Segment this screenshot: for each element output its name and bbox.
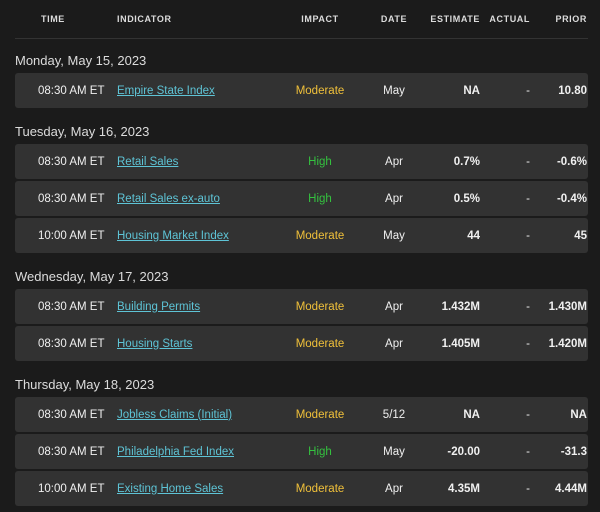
indicator-link[interactable]: Housing Starts	[117, 338, 192, 350]
estimate-value: 0.5%	[453, 192, 480, 205]
estimate-value: 1.405M	[441, 337, 480, 350]
estimate-value: 4.35M	[448, 482, 480, 495]
estimate-value: -20.00	[447, 445, 480, 458]
header-indicator[interactable]: INDICATOR	[117, 14, 275, 24]
actual-value: -	[526, 445, 530, 458]
date-group: Thursday, May 18, 2023 08:30 AM ET Jobless…	[15, 363, 588, 506]
date-group: Wednesday, May 17, 2023 08:30 AM ET Buildi…	[15, 255, 588, 361]
impact-label: Moderate	[295, 229, 345, 242]
period-label: May	[383, 84, 405, 97]
period-label: 5/12	[382, 408, 406, 421]
prior-value: 1.420M	[548, 337, 587, 350]
prior-value: -31.3	[560, 445, 587, 458]
event-time: 10:00 AM ET	[38, 482, 105, 495]
indicator-cell: Building Permits	[117, 301, 275, 313]
indicator-link[interactable]: Philadelphia Fed Index	[117, 446, 234, 458]
impact-label: Moderate	[295, 84, 345, 97]
estimate-value: 1.432M	[441, 300, 480, 313]
indicator-link[interactable]: Housing Market Index	[117, 230, 229, 242]
impact-label: Moderate	[295, 337, 345, 350]
table-row[interactable]: 08:30 AM ET Empire State Index Moderate May…	[15, 73, 588, 108]
indicator-link[interactable]: Building Permits	[117, 301, 200, 313]
estimate-value: NA	[463, 84, 480, 97]
header-prior[interactable]: PRIOR	[530, 14, 587, 24]
period-label: Apr	[385, 337, 403, 350]
table-row[interactable]: 08:30 AM ET Building Permits Moderate Apr 1.…	[15, 289, 588, 324]
prior-value: -0.4%	[556, 192, 587, 205]
economic-calendar: TIME INDICATOR IMPACT DATE ESTIMATE ACTU…	[0, 0, 600, 512]
prior-value: 1.430M	[548, 300, 587, 313]
impact-label: High	[308, 192, 332, 205]
indicator-cell: Empire State Index	[117, 85, 275, 97]
header-estimate[interactable]: ESTIMATE	[423, 14, 480, 24]
table-row[interactable]: 08:30 AM ET Philadelphia Fed Index High May…	[15, 434, 588, 469]
prior-value: 4.44M	[555, 482, 587, 495]
table-row[interactable]: 10:00 AM ET Existing Home Sales Moderate Ap…	[15, 471, 588, 506]
estimate-value: 44	[467, 229, 480, 242]
indicator-link[interactable]: Retail Sales ex-auto	[117, 193, 220, 205]
header-impact[interactable]: IMPACT	[275, 14, 365, 24]
table-row[interactable]: 08:30 AM ET Jobless Claims (Initial) Moder…	[15, 397, 588, 432]
actual-value: -	[526, 155, 530, 168]
indicator-link[interactable]: Existing Home Sales	[117, 483, 223, 495]
table-row[interactable]: 10:00 AM ET Housing Market Index Moderate M…	[15, 218, 588, 253]
date-heading: Monday, May 15, 2023	[15, 53, 147, 68]
table-row[interactable]: 08:30 AM ET Retail Sales High Apr 0.7% - -0.6%	[15, 144, 588, 179]
header-actual[interactable]: ACTUAL	[480, 14, 530, 24]
period-label: May	[383, 229, 405, 242]
actual-value: -	[526, 229, 530, 242]
table-row[interactable]: 08:30 AM ET Retail Sales ex-auto High Apr 0.…	[15, 181, 588, 216]
event-time: 08:30 AM ET	[38, 300, 105, 313]
indicator-cell: Housing Starts	[117, 338, 275, 350]
actual-value: -	[526, 337, 530, 350]
impact-label: High	[308, 155, 332, 168]
impact-label: Moderate	[295, 408, 345, 421]
date-heading: Tuesday, May 16, 2023	[15, 124, 150, 139]
indicator-link[interactable]: Retail Sales	[117, 156, 178, 168]
indicator-link[interactable]: Empire State Index	[117, 85, 215, 97]
indicator-link[interactable]: Jobless Claims (Initial)	[117, 409, 232, 421]
prior-value: NA	[570, 408, 587, 421]
period-label: Apr	[385, 192, 403, 205]
event-time: 08:30 AM ET	[38, 155, 105, 168]
indicator-cell: Jobless Claims (Initial)	[117, 409, 275, 421]
prior-value: -0.6%	[556, 155, 587, 168]
event-time: 08:30 AM ET	[38, 445, 105, 458]
estimate-value: NA	[463, 408, 480, 421]
period-label: May	[383, 445, 405, 458]
actual-value: -	[526, 300, 530, 313]
date-group: Tuesday, May 16, 2023 08:30 AM ET Retail S…	[15, 110, 588, 253]
actual-value: -	[526, 84, 530, 97]
header-date[interactable]: DATE	[365, 14, 423, 24]
indicator-cell: Philadelphia Fed Index	[117, 446, 275, 458]
impact-label: Moderate	[295, 482, 345, 495]
indicator-cell: Retail Sales ex-auto	[117, 193, 275, 205]
header-time[interactable]: TIME	[15, 14, 117, 24]
prior-value: 45	[574, 229, 587, 242]
impact-label: Moderate	[295, 300, 345, 313]
event-time: 08:30 AM ET	[38, 192, 105, 205]
indicator-cell: Retail Sales	[117, 156, 275, 168]
indicator-cell: Housing Market Index	[117, 230, 275, 242]
prior-value: 10.80	[558, 84, 587, 97]
date-group: Monday, May 15, 2023 08:30 AM ET Empire St…	[15, 39, 588, 108]
impact-label: High	[308, 445, 332, 458]
date-heading: Thursday, May 18, 2023	[15, 377, 155, 392]
event-time: 10:00 AM ET	[38, 229, 105, 242]
actual-value: -	[526, 192, 530, 205]
event-time: 08:30 AM ET	[38, 84, 105, 97]
date-heading: Wednesday, May 17, 2023	[15, 269, 169, 284]
indicator-cell: Existing Home Sales	[117, 483, 275, 495]
event-groups: Monday, May 15, 2023 08:30 AM ET Empire St…	[15, 39, 588, 506]
table-row[interactable]: 08:30 AM ET Housing Starts Moderate Apr 1.40…	[15, 326, 588, 361]
table-header: TIME INDICATOR IMPACT DATE ESTIMATE ACTU…	[15, 0, 588, 39]
estimate-value: 0.7%	[453, 155, 480, 168]
event-time: 08:30 AM ET	[38, 337, 105, 350]
actual-value: -	[526, 482, 530, 495]
period-label: Apr	[385, 482, 403, 495]
period-label: Apr	[385, 300, 403, 313]
event-time: 08:30 AM ET	[38, 408, 105, 421]
actual-value: -	[526, 408, 530, 421]
period-label: Apr	[385, 155, 403, 168]
